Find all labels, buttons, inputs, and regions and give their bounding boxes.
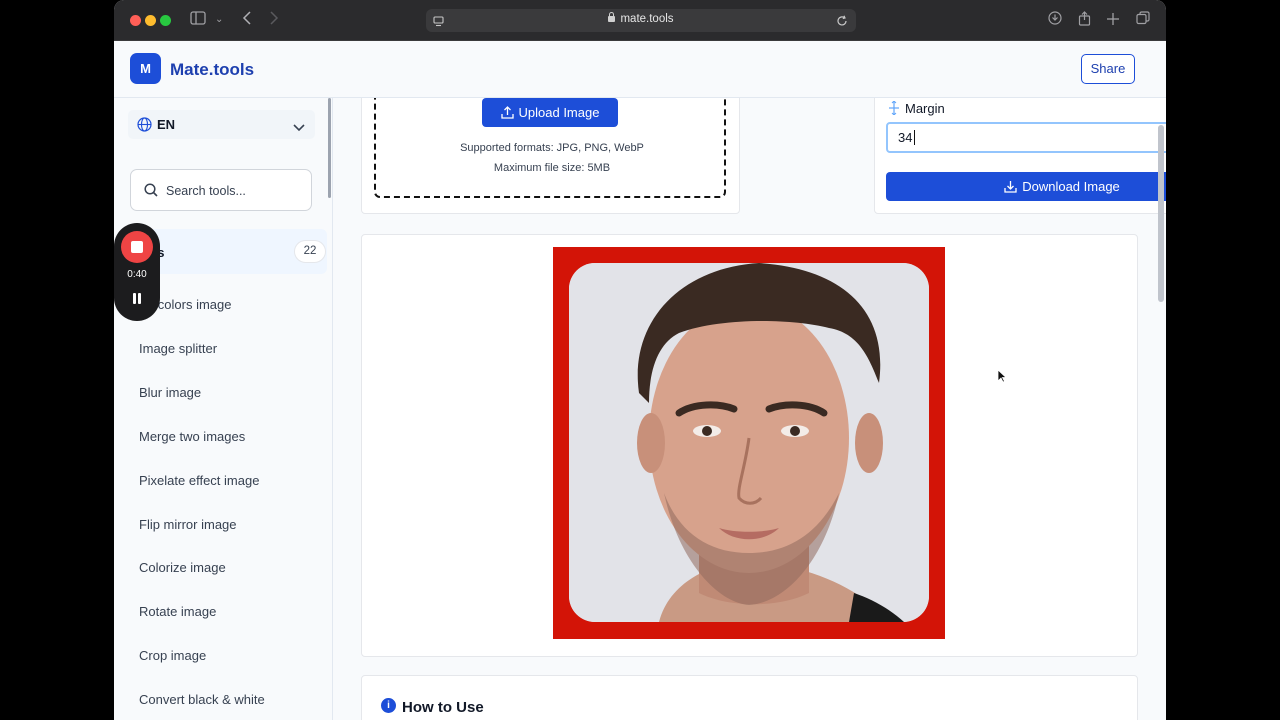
- globe-icon: [137, 117, 152, 137]
- search-icon: [144, 183, 158, 202]
- mouse-cursor-icon: [997, 369, 1008, 388]
- margin-label: Margin: [905, 101, 945, 116]
- download-icon: [1004, 181, 1017, 193]
- image-preview-border: [553, 247, 945, 639]
- pause-icon[interactable]: [132, 293, 142, 304]
- search-input[interactable]: Search tools...: [130, 169, 312, 211]
- margin-input[interactable]: 34 ▲▼: [886, 122, 1166, 153]
- image-preview: [569, 263, 929, 622]
- text-caret: [914, 130, 915, 145]
- logo[interactable]: M: [130, 53, 161, 84]
- url-display: mate.tools: [426, 12, 856, 25]
- margin-icon: [889, 100, 899, 120]
- category-count-badge: 22: [294, 240, 326, 263]
- minimize-window-button[interactable]: [145, 15, 156, 26]
- sidebar-toggle-icon[interactable]: [190, 11, 206, 29]
- sidebar-scrollbar[interactable]: [328, 98, 331, 198]
- close-window-button[interactable]: [130, 15, 141, 26]
- preview-card: [361, 234, 1138, 657]
- chevron-down-icon[interactable]: ⌄: [215, 11, 223, 29]
- stop-recording-button[interactable]: [121, 231, 153, 263]
- language-label: EN: [157, 117, 176, 132]
- new-tab-icon[interactable]: [1107, 11, 1119, 29]
- download-image-button[interactable]: Download Image: [886, 172, 1166, 201]
- lock-icon: [608, 12, 616, 22]
- share-icon[interactable]: [1078, 11, 1091, 30]
- sidebar-item-blur-image[interactable]: Blur image: [139, 385, 201, 400]
- screen-recorder-widget: 0:40: [114, 223, 160, 321]
- browser-toolbar: ⌄ mate.tools: [114, 0, 1166, 41]
- forward-arrow-icon[interactable]: [269, 11, 279, 29]
- app-header: M Mate.tools Share: [114, 41, 1166, 98]
- download-button-label: Download Image: [1022, 179, 1120, 194]
- sidebar-item-pixelate[interactable]: Pixelate effect image: [139, 473, 259, 488]
- browser-window: ⌄ mate.tools M Mate.tools Share EN Searc…: [114, 0, 1166, 720]
- sidebar-item-image-splitter[interactable]: Image splitter: [139, 341, 217, 356]
- share-button[interactable]: Share: [1081, 54, 1135, 84]
- sidebar-item-merge-images[interactable]: Merge two images: [139, 429, 245, 444]
- tab-overview-icon[interactable]: [1136, 11, 1150, 29]
- sidebar: EN Search tools... es 22 ert colors imag…: [114, 98, 333, 720]
- url-text: mate.tools: [620, 13, 674, 25]
- how-to-use-card: i How to Use: [361, 675, 1138, 720]
- zoom-window-button[interactable]: [160, 15, 171, 26]
- portrait-image: [569, 263, 929, 622]
- main-content: Upload Image Supported formats: JPG, PNG…: [333, 98, 1166, 720]
- address-bar[interactable]: mate.tools: [426, 9, 856, 32]
- recording-time: 0:40: [127, 269, 147, 280]
- search-placeholder: Search tools...: [166, 184, 246, 198]
- chevron-down-icon: [293, 119, 305, 137]
- margin-value: 34: [898, 130, 913, 145]
- settings-controls: Margin 34 ▲▼ pixels Download Image: [333, 98, 1166, 218]
- language-selector[interactable]: EN: [128, 110, 315, 139]
- sidebar-item-crop[interactable]: Crop image: [139, 648, 206, 663]
- sidebar-item-colorize[interactable]: Colorize image: [139, 560, 226, 575]
- sidebar-item-black-white[interactable]: Convert black & white: [139, 692, 265, 707]
- app-name[interactable]: Mate.tools: [170, 60, 254, 80]
- how-to-use-title: How to Use: [402, 699, 484, 716]
- sidebar-item-rotate[interactable]: Rotate image: [139, 604, 216, 619]
- reload-icon[interactable]: [836, 14, 848, 32]
- downloads-icon[interactable]: [1048, 11, 1062, 29]
- info-icon: i: [381, 698, 396, 713]
- back-arrow-icon[interactable]: [242, 11, 252, 29]
- sidebar-item-flip-mirror[interactable]: Flip mirror image: [139, 517, 237, 532]
- page-scrollbar[interactable]: [1158, 125, 1164, 302]
